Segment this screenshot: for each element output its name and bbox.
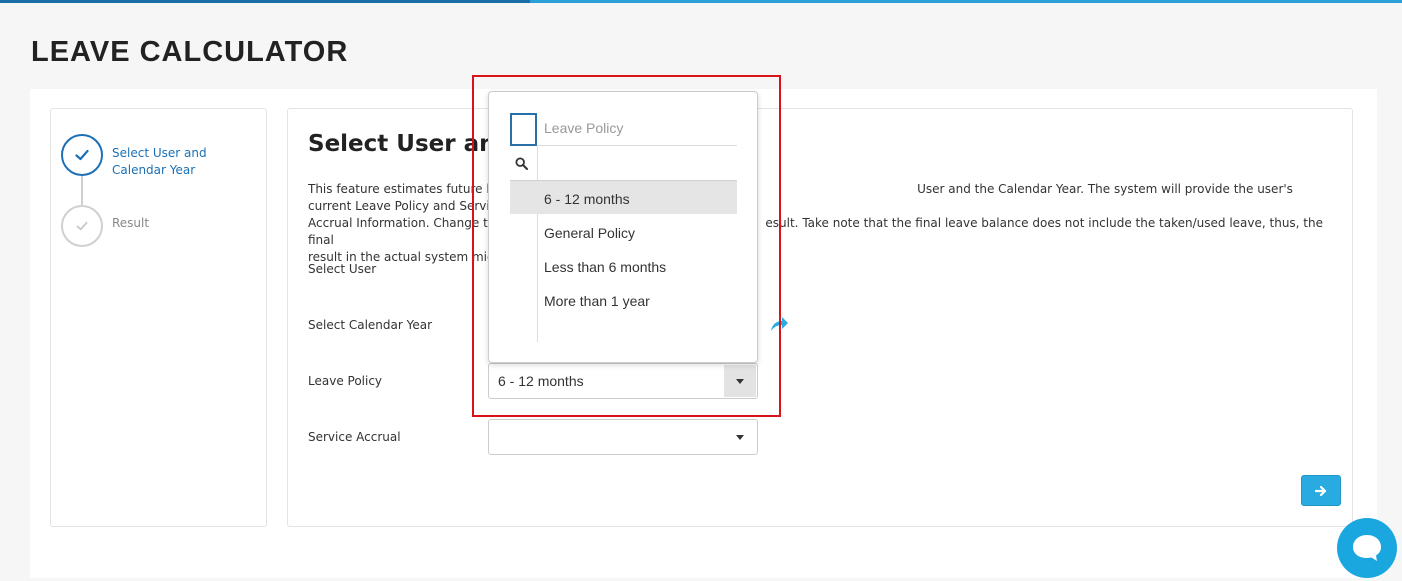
service-accrual-select[interactable] (488, 419, 758, 455)
description: This feature estimates future le User and… (308, 182, 1323, 264)
step-2-indicator[interactable] (61, 205, 103, 247)
check-icon (75, 149, 89, 161)
highlight-box (472, 75, 781, 417)
dropdown-arrow-button[interactable] (724, 421, 756, 453)
next-button[interactable] (1301, 475, 1341, 506)
leave-policy-label: Leave Policy (308, 374, 383, 388)
calendar-year-label: Select Calendar Year (308, 318, 433, 332)
check-icon (76, 221, 88, 231)
chevron-down-icon (736, 434, 744, 440)
page-title: LEAVE CALCULATOR (31, 36, 349, 68)
main-panel: Select User and Calendar Year This featu… (287, 108, 1353, 527)
step-connector (81, 176, 83, 205)
step-2-label[interactable]: Result (112, 215, 149, 232)
arrow-right-icon (1315, 485, 1327, 496)
step-1-label[interactable]: Select User and Calendar Year (112, 145, 232, 179)
select-user-label: Select User (308, 262, 377, 276)
step-1-indicator[interactable] (61, 134, 103, 176)
chat-button[interactable] (1337, 518, 1397, 578)
chat-bubble-icon (1353, 535, 1381, 561)
service-accrual-label: Service Accrual (308, 430, 401, 444)
stepper-panel: Select User and Calendar Year Result (50, 108, 267, 527)
top-progress-bar (0, 0, 1402, 3)
